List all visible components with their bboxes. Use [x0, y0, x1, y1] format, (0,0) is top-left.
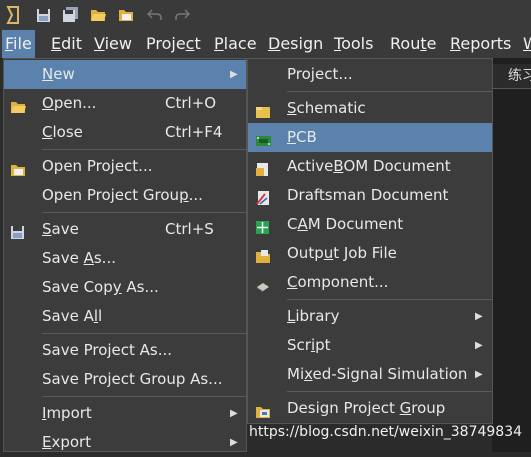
document-tab[interactable]: 练习	[492, 64, 531, 89]
submenu-arrow-icon: ▶	[230, 408, 238, 419]
file-menu-save-as[interactable]: Save As...	[4, 244, 246, 273]
pcb-icon	[255, 129, 273, 146]
file-menu-open-project-group[interactable]: Open Project Group...	[4, 181, 246, 210]
menu-place[interactable]: Place	[214, 30, 257, 58]
file-menu: New ▶ Open... Ctrl+O Close Ctrl+F4 Open …	[3, 58, 247, 452]
file-menu-close[interactable]: Close Ctrl+F4	[4, 118, 246, 147]
component-icon	[255, 274, 273, 292]
editor-background	[492, 58, 531, 452]
open-project-icon[interactable]	[116, 5, 136, 25]
file-menu-save-project-as[interactable]: Save Project As...	[4, 336, 246, 365]
new-design-project-group[interactable]: Design Project Group	[248, 394, 492, 423]
toolbar	[0, 0, 531, 30]
undo-icon[interactable]	[145, 5, 165, 25]
file-menu-save-all[interactable]: Save All	[4, 302, 246, 331]
menu-separator	[42, 396, 246, 397]
save-all-icon[interactable]	[60, 5, 80, 25]
file-menu-export[interactable]: Export ▶	[4, 428, 246, 457]
menu-file[interactable]: File	[2, 30, 35, 58]
submenu-arrow-icon: ▶	[230, 69, 238, 80]
document-tab-label: 练习	[508, 68, 531, 84]
schematic-icon	[255, 100, 273, 118]
project-group-icon	[255, 400, 273, 418]
file-menu-open[interactable]: Open... Ctrl+O	[4, 89, 246, 118]
new-project[interactable]: Project...	[248, 60, 492, 89]
app-logo-icon[interactable]	[3, 5, 23, 25]
open-folder-icon[interactable]	[88, 5, 108, 25]
submenu-arrow-icon: ▶	[475, 311, 483, 322]
save-icon	[10, 221, 28, 239]
new-submenu: Project... Schematic PCB ActiveBOM Docum…	[247, 58, 493, 424]
menu-separator	[42, 333, 246, 334]
cam-icon	[255, 216, 273, 234]
menu-view[interactable]: View	[94, 30, 132, 58]
open-folder-icon	[10, 95, 28, 113]
output-job-icon	[255, 245, 273, 263]
menu-separator	[42, 149, 246, 150]
menu-edit[interactable]: Edit	[51, 30, 82, 58]
new-draftsman-document[interactable]: Draftsman Document	[248, 181, 492, 210]
file-menu-save-copy-as[interactable]: Save Copy As...	[4, 273, 246, 302]
menu-bar: File Edit View Project Place Design Tool…	[0, 30, 531, 58]
menu-route[interactable]: Route	[390, 30, 436, 58]
file-menu-open-project[interactable]: Open Project...	[4, 152, 246, 181]
draftsman-icon	[255, 187, 273, 205]
file-menu-save[interactable]: Save Ctrl+S	[4, 215, 246, 244]
new-component[interactable]: Component...	[248, 268, 492, 297]
file-menu-new[interactable]: New ▶	[4, 60, 246, 89]
new-pcb[interactable]: PCB	[248, 123, 492, 152]
menu-reports[interactable]: Reports	[450, 30, 511, 58]
menu-tools[interactable]: Tools	[334, 30, 373, 58]
new-library[interactable]: Library ▶	[248, 302, 492, 331]
menu-window[interactable]: W	[523, 30, 531, 58]
redo-icon[interactable]	[172, 5, 192, 25]
menu-design[interactable]: Design	[268, 30, 323, 58]
submenu-arrow-icon: ▶	[475, 340, 483, 351]
save-icon[interactable]	[33, 5, 53, 25]
new-mixed-signal-simulation[interactable]: Mixed-Signal Simulation ▶	[248, 360, 492, 389]
activebom-icon	[255, 158, 273, 176]
submenu-arrow-icon: ▶	[230, 437, 238, 448]
file-menu-save-project-group-as[interactable]: Save Project Group As...	[4, 365, 246, 394]
menu-separator	[287, 299, 492, 300]
open-project-icon	[10, 158, 28, 176]
submenu-arrow-icon: ▶	[475, 369, 483, 380]
new-schematic[interactable]: Schematic	[248, 94, 492, 123]
new-activebom-document[interactable]: ActiveBOM Document	[248, 152, 492, 181]
menu-project[interactable]: Project	[146, 30, 201, 58]
menu-separator	[42, 212, 246, 213]
new-script[interactable]: Script ▶	[248, 331, 492, 360]
new-cam-document[interactable]: CAM Document	[248, 210, 492, 239]
menu-separator	[287, 91, 492, 92]
file-menu-import[interactable]: Import ▶	[4, 399, 246, 428]
watermark-text: https://blog.csdn.net/weixin_38749834	[249, 424, 523, 440]
new-output-job-file[interactable]: Output Job File	[248, 239, 492, 268]
menu-separator	[287, 391, 492, 392]
